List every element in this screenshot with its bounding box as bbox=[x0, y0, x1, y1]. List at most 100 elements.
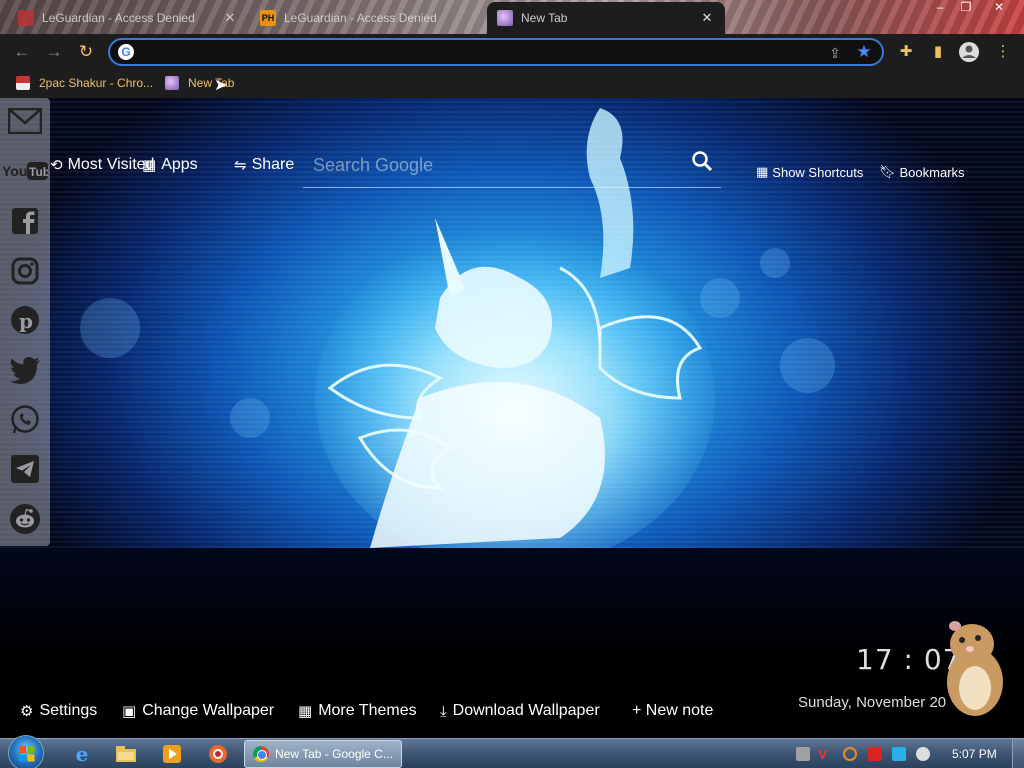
taskbar-chrome-window[interactable]: New Tab - Google C... bbox=[244, 740, 402, 768]
settings-link[interactable]: ⚙ Settings bbox=[20, 702, 97, 720]
social-sidebar: YouTube p bbox=[0, 98, 50, 546]
bookmarks-link[interactable]: 🔖︎ Bookmarks bbox=[879, 164, 965, 180]
tray-search-icon[interactable] bbox=[843, 747, 857, 761]
taskbar-window-title: New Tab - Google C... bbox=[275, 747, 393, 761]
minimize-button[interactable]: – bbox=[926, 0, 954, 16]
download-wallpaper-label: Download Wallpaper bbox=[452, 702, 600, 719]
tray-clock[interactable]: 5:07 PM bbox=[952, 747, 997, 761]
hamster-sticker bbox=[947, 621, 1003, 716]
media-player-icon[interactable] bbox=[154, 742, 190, 766]
tab-leguardian-2[interactable]: PH LeGuardian - Access Denied bbox=[250, 2, 485, 34]
date: Sunday, November 20 bbox=[798, 694, 947, 711]
address-input[interactable] bbox=[142, 42, 802, 62]
share-icon[interactable]: ⇪ bbox=[826, 44, 844, 62]
pony-icon bbox=[165, 76, 179, 90]
extensions-icon[interactable]: ✚ bbox=[895, 41, 917, 63]
profile-icon[interactable] bbox=[958, 41, 980, 63]
new-note-label: + New note bbox=[632, 702, 714, 719]
gmail-icon[interactable] bbox=[8, 104, 42, 138]
history-icon: ⟲ bbox=[50, 157, 63, 174]
bookmark-star-icon[interactable]: ★ bbox=[854, 42, 874, 62]
pinterest-icon[interactable]: p bbox=[8, 303, 42, 337]
tray-app-icon[interactable] bbox=[796, 747, 810, 761]
tab-title: New Tab bbox=[521, 11, 568, 25]
back-button[interactable]: ← bbox=[10, 40, 34, 64]
browser-toolbar: ← → ↻ G ⇪ ★ ✚ ▮ ⋮ bbox=[0, 34, 1024, 70]
search-icon[interactable] bbox=[691, 150, 713, 172]
show-shortcuts-label: Show Shortcuts bbox=[772, 164, 864, 180]
tab-title: LeGuardian - Access Denied bbox=[42, 11, 195, 25]
tab-leguardian-1[interactable]: LeGuardian - Access Denied ✕ bbox=[8, 2, 248, 34]
grid-icon: ▦ bbox=[298, 703, 313, 720]
close-icon[interactable]: ✕ bbox=[222, 10, 238, 26]
tab-new-tab[interactable]: New Tab ✕ bbox=[487, 2, 725, 34]
side-panel-icon[interactable]: ▮ bbox=[927, 41, 949, 63]
share-label: Share bbox=[251, 156, 295, 173]
change-wallpaper-label: Change Wallpaper bbox=[142, 702, 275, 719]
bookmark-label: New Tab bbox=[188, 76, 235, 90]
share-icon: ⇋ bbox=[234, 157, 247, 174]
bookmarks-bar: 2pac Shakur - Chro... New Tab ➤ bbox=[0, 70, 1024, 98]
bookmark-label: 2pac Shakur - Chro... bbox=[39, 76, 154, 90]
reload-button[interactable]: ↻ bbox=[74, 40, 98, 64]
google-icon: G bbox=[118, 44, 134, 60]
red-app-icon bbox=[16, 76, 30, 90]
red-app-icon bbox=[18, 10, 34, 26]
new-tab-page: ⟲ Most Visited ▦ Apps ⇋ Share ▦ Show Sho… bbox=[0, 98, 1024, 738]
tab-strip: LeGuardian - Access Denied ✕ PH LeGuardi… bbox=[0, 0, 1024, 34]
facebook-icon[interactable] bbox=[8, 204, 42, 238]
new-note-link[interactable]: + New note bbox=[632, 702, 713, 720]
download-wallpaper-link[interactable]: ⤓ Download Wallpaper bbox=[440, 702, 600, 720]
apps-grid-icon: ▦ bbox=[142, 157, 157, 174]
tab-title: LeGuardian - Access Denied bbox=[284, 11, 437, 25]
more-themes-link[interactable]: ▦ More Themes bbox=[298, 702, 417, 720]
close-window-button[interactable]: ✕ bbox=[985, 0, 1013, 16]
maximize-button[interactable]: ❐ bbox=[952, 0, 980, 16]
ph-icon: PH bbox=[260, 10, 276, 26]
volume-icon[interactable] bbox=[916, 747, 930, 761]
search-input[interactable] bbox=[313, 152, 673, 178]
most-visited-link[interactable]: ⟲ Most Visited bbox=[50, 156, 154, 174]
network-icon[interactable] bbox=[892, 747, 906, 761]
show-desktop-button[interactable] bbox=[1012, 739, 1024, 768]
share-link[interactable]: ⇋ Share bbox=[234, 156, 294, 174]
change-wallpaper-link[interactable]: ▣ Change Wallpaper bbox=[122, 702, 274, 720]
close-icon[interactable]: ✕ bbox=[699, 10, 715, 26]
menu-kebab-icon[interactable]: ⋮ bbox=[992, 41, 1014, 63]
chrome-icon bbox=[253, 746, 269, 762]
download-icon: ⤓ bbox=[440, 702, 447, 720]
pony-icon bbox=[497, 10, 513, 26]
windows-logo-icon bbox=[19, 746, 35, 762]
settings-label: Settings bbox=[39, 702, 98, 719]
windows-taskbar: e New Tab - Google C... V 5:07 PM bbox=[0, 735, 1024, 768]
show-shortcuts-link[interactable]: ▦ Show Shortcuts bbox=[756, 164, 863, 180]
twitter-icon[interactable] bbox=[8, 353, 42, 387]
svg-text:p: p bbox=[19, 309, 33, 333]
grid-icon: ▦ bbox=[756, 164, 769, 179]
svg-text:You: You bbox=[2, 163, 27, 179]
youtube-icon[interactable]: YouTube bbox=[2, 154, 48, 188]
telegram-icon[interactable] bbox=[8, 452, 42, 486]
whatsapp-icon[interactable] bbox=[8, 403, 42, 437]
svg-text:Tube: Tube bbox=[29, 165, 48, 179]
bookmark-item[interactable]: 2pac Shakur - Chro... bbox=[16, 76, 153, 90]
reddit-icon[interactable] bbox=[8, 502, 42, 536]
flag-icon[interactable] bbox=[868, 747, 882, 761]
image-icon: ▣ bbox=[122, 703, 137, 720]
instagram-icon[interactable] bbox=[8, 254, 42, 288]
bookmarks-label: Bookmarks bbox=[899, 164, 965, 180]
file-explorer-icon[interactable] bbox=[108, 742, 144, 766]
app-icon[interactable] bbox=[200, 742, 236, 766]
internet-explorer-icon[interactable]: e bbox=[64, 742, 100, 766]
bookmark-icon: 🔖︎ bbox=[879, 164, 896, 179]
forward-button[interactable]: → bbox=[42, 40, 66, 64]
apps-label: Apps bbox=[161, 156, 198, 173]
gear-icon: ⚙ bbox=[20, 703, 34, 720]
address-bar[interactable]: G ⇪ ★ bbox=[108, 38, 884, 66]
mouse-cursor-icon: ➤ bbox=[214, 77, 228, 94]
google-search-box bbox=[303, 146, 721, 188]
more-themes-label: More Themes bbox=[318, 702, 417, 719]
apps-link[interactable]: ▦ Apps bbox=[142, 156, 198, 174]
tray-v-icon[interactable]: V bbox=[818, 747, 832, 761]
start-button[interactable] bbox=[8, 735, 44, 768]
